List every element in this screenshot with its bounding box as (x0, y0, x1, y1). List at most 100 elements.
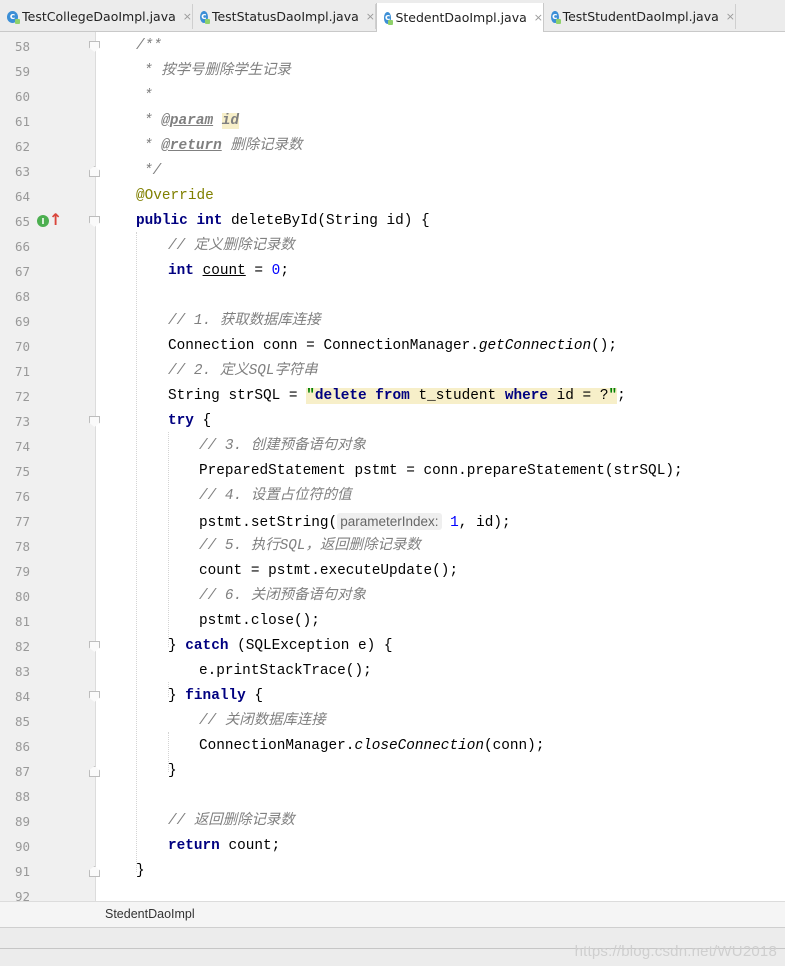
code-line-62: 62 * @return 删除记录数 (0, 134, 785, 159)
fold-icon[interactable] (89, 866, 100, 877)
line-comment: // 2. 定义SQL字符串 (168, 363, 318, 379)
javadoc-comment: /** (136, 38, 162, 54)
code-text: /** (136, 34, 162, 59)
close-icon[interactable]: × (726, 10, 735, 23)
line-comment: // 5. 执行SQL，返回删除记录数 (199, 538, 421, 554)
punctuation: { (193, 413, 212, 429)
keyword: try (168, 413, 194, 429)
code-line-77: 77 pstmt.setString(parameterIndex: 1, id… (0, 509, 785, 534)
line-number: 92 (14, 889, 30, 901)
line-number: 80 (14, 589, 30, 604)
java-class-icon: c (7, 10, 21, 24)
punctuation: } (168, 688, 186, 704)
code-line-83: 83 e.printStackTrace(); (0, 659, 785, 684)
tab-teststatusdaoimpl[interactable]: c TestStatusDaoImpl.java × (193, 4, 376, 29)
breadcrumb[interactable]: StedentDaoImpl (0, 901, 785, 927)
code-line-71: 71 // 2. 定义SQL字符串 (0, 359, 785, 384)
fold-icon[interactable] (89, 766, 100, 777)
javadoc-comment: 删除记录数 (230, 138, 303, 154)
code-line-81: 81 pstmt.close(); (0, 609, 785, 634)
code-text: @Override (136, 184, 214, 209)
punctuation: { (245, 688, 264, 704)
code-text: Connection conn = ConnectionManager.getC… (168, 334, 617, 359)
breadcrumb-item[interactable]: StedentDaoImpl (105, 907, 195, 921)
code-text: * (144, 84, 153, 109)
code-line-68: 68 (0, 284, 785, 309)
code-line-79: 79 count = pstmt.executeUpdate(); (0, 559, 785, 584)
code-line-92: 92 (0, 884, 785, 901)
line-number: 75 (14, 464, 30, 479)
code-text: * 按学号删除学生记录 (144, 59, 291, 84)
static-method: getConnection (478, 338, 592, 354)
code-line-72: 72 String strSQL = "delete from t_studen… (0, 384, 785, 409)
line-number: 71 (14, 364, 30, 379)
fold-icon[interactable] (89, 641, 100, 652)
line-number: 63 (14, 164, 30, 179)
sql-text: id = ? (548, 388, 609, 404)
code-line-91: 91 } (0, 859, 785, 884)
editor-tab-bar: c TestCollegeDaoImpl.java × c TestStatus… (0, 0, 785, 32)
code-line-63: 63 */ (0, 159, 785, 184)
line-number: 87 (14, 764, 30, 779)
line-number: 68 (14, 289, 30, 304)
tab-stedentdaoimpl[interactable]: c StedentDaoImpl.java × (376, 3, 544, 32)
code-line-89: 89 // 返回删除记录数 (0, 809, 785, 834)
number-literal: 1 (450, 515, 459, 531)
line-number: 83 (14, 664, 30, 679)
line-comment: // 定义删除记录数 (168, 238, 295, 254)
code-text: count = pstmt.executeUpdate(); (199, 559, 458, 584)
javadoc-comment: * 按学号删除学生记录 (144, 63, 291, 79)
code-text: // 5. 执行SQL，返回删除记录数 (199, 534, 421, 559)
code-text: int count = 0; (168, 259, 289, 284)
line-number: 76 (14, 489, 30, 504)
fold-icon[interactable] (89, 416, 100, 427)
close-icon[interactable]: × (366, 10, 375, 23)
fold-icon[interactable] (89, 41, 100, 52)
statement: PreparedStatement pstmt = conn.prepareSt… (199, 463, 683, 479)
line-comment: // 6. 关闭预备语句对象 (199, 588, 366, 604)
code-line-64: 64 @Override (0, 184, 785, 209)
punctuation: , id); (458, 515, 511, 531)
tab-label: TestStatusDaoImpl.java (211, 9, 359, 24)
statement: count = pstmt.executeUpdate(); (199, 563, 459, 579)
line-number: 81 (14, 614, 30, 629)
keyword: catch (185, 638, 229, 654)
fold-icon[interactable] (89, 166, 100, 177)
code-text: // 关闭数据库连接 (199, 709, 326, 734)
line-number: 85 (14, 714, 30, 729)
method-signature: deleteById(String id) { (231, 213, 430, 229)
line-number: 82 (14, 639, 30, 654)
line-number: 66 (14, 239, 30, 254)
line-number: 70 (14, 339, 30, 354)
fold-icon[interactable] (89, 691, 100, 702)
code-line-69: 69 // 1. 获取数据库连接 (0, 309, 785, 334)
code-text: // 6. 关闭预备语句对象 (199, 584, 366, 609)
tab-label: TestCollegeDaoImpl.java (22, 9, 176, 24)
tab-teststudentdaoimpl[interactable]: c TestStudentDaoImpl.java × (544, 4, 736, 29)
code-line-73: 73 try { (0, 409, 785, 434)
javadoc-tag: @return (161, 138, 222, 154)
statement: e.printStackTrace(); (199, 663, 372, 679)
code-line-82: 82 } catch (SQLException e) { (0, 634, 785, 659)
sql-keyword: delete from (314, 388, 410, 404)
implements-method-icon[interactable]: I (37, 215, 49, 227)
punctuation: } (136, 863, 145, 879)
code-line-78: 78 // 5. 执行SQL，返回删除记录数 (0, 534, 785, 559)
arrow-up-icon[interactable]: ↑ (49, 210, 62, 230)
code-line-76: 76 // 4. 设置占位符的值 (0, 484, 785, 509)
tab-testcollegedaoimpl[interactable]: c TestCollegeDaoImpl.java × (0, 4, 193, 29)
punctuation: ; (280, 263, 289, 279)
statement: pstmt.setString( (199, 515, 338, 531)
fold-icon[interactable] (89, 216, 100, 227)
close-icon[interactable]: × (183, 10, 192, 23)
punctuation: } (168, 638, 186, 654)
code-text: ConnectionManager.closeConnection(conn); (199, 734, 544, 759)
line-number: 64 (14, 189, 30, 204)
param-name: id (221, 113, 240, 129)
code-text: return count; (168, 834, 280, 859)
statement: String strSQL = (168, 388, 307, 404)
close-icon[interactable]: × (534, 11, 543, 24)
line-number: 61 (14, 114, 30, 129)
line-number: 69 (14, 314, 30, 329)
punctuation: (conn); (484, 738, 545, 754)
